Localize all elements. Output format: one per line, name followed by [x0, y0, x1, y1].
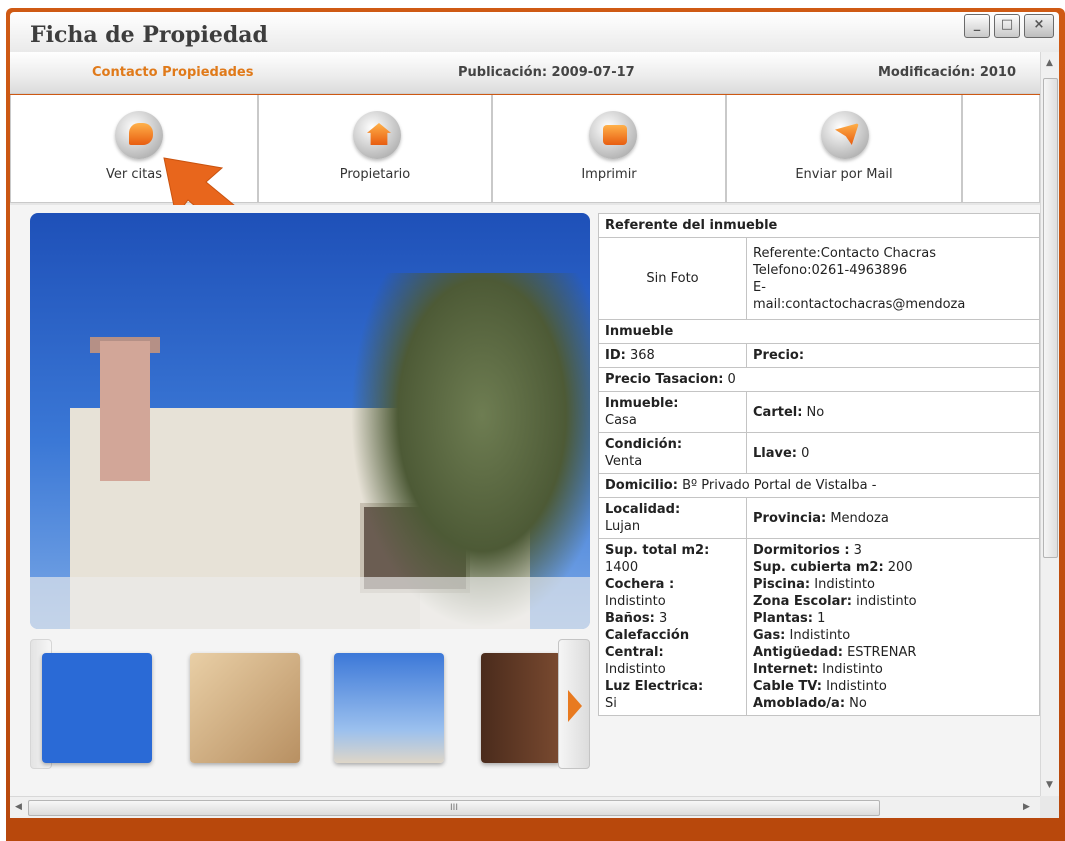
photo-thumbnail[interactable]: [481, 653, 561, 763]
window-title: Ficha de Propiedad: [30, 22, 268, 48]
scroll-right-arrow-icon[interactable]: ▶: [1023, 802, 1030, 812]
localidad-cell: Localidad: Lujan: [598, 497, 747, 539]
photo-thumbnail[interactable]: [190, 653, 300, 763]
house-icon: [353, 111, 401, 159]
photo-thumbnail-strip: [30, 633, 590, 773]
property-content: Referente del inmueble Sin Foto Referent…: [10, 205, 1040, 796]
features-right-cell: Dormitorios : 3 Sup. cubierta m2: 200 Pi…: [746, 538, 1040, 716]
mail-check-icon: [821, 111, 869, 159]
referente-header: Referente del inmueble: [598, 213, 1040, 238]
enviar-por-mail-button[interactable]: Enviar por Mail: [726, 95, 962, 203]
no-photo-placeholder: Sin Foto: [598, 237, 747, 320]
referente-phone: Telefono:0261-4963896: [753, 262, 908, 278]
scroll-down-arrow-icon[interactable]: ▼: [1046, 780, 1053, 790]
imprimir-label: Imprimir: [581, 167, 637, 182]
close-button[interactable]: ×: [1024, 14, 1054, 38]
vertical-scrollbar[interactable]: ▲ ▼: [1040, 52, 1059, 796]
toolbar-empty-cell: [962, 95, 1040, 203]
photo-thumbnail[interactable]: [42, 653, 152, 763]
photo-thumbnail[interactable]: [334, 653, 444, 763]
thumbnails-next-arrow-icon[interactable]: [558, 639, 590, 769]
vertical-scroll-thumb[interactable]: [1043, 78, 1058, 558]
title-bar[interactable]: Ficha de Propiedad _ □ ×: [10, 12, 1059, 52]
inmueble-header: Inmueble: [598, 319, 1040, 344]
precio-cell: Precio:: [746, 343, 1040, 368]
condicion-cell: Condición: Venta: [598, 432, 747, 474]
modification-date: Modificación: 2010: [878, 65, 1016, 80]
referente-contact: Referente:Contacto Chacras Telefono:0261…: [746, 237, 1040, 320]
provincia-cell: Provincia: Mendoza: [746, 497, 1040, 539]
id-cell: ID: 368: [598, 343, 747, 368]
referente-email-prefix: E-: [753, 279, 766, 295]
imprimir-button[interactable]: Imprimir: [492, 95, 726, 203]
printer-icon: [589, 111, 637, 159]
scroll-left-arrow-icon[interactable]: ◀: [15, 802, 22, 812]
minimize-button[interactable]: _: [964, 14, 990, 38]
cartel-cell: Cartel: No: [746, 391, 1040, 433]
publication-date: Publicación: 2009-07-17: [458, 65, 635, 80]
horizontal-scrollbar[interactable]: ◀ III ▶: [10, 796, 1040, 818]
llave-cell: Llave: 0: [746, 432, 1040, 474]
referente-name: Referente:Contacto Chacras: [753, 245, 936, 261]
info-bar: Contacto Propiedades Publicación: 2009-0…: [10, 52, 1040, 94]
property-main-photo[interactable]: [30, 213, 590, 629]
scroll-up-arrow-icon[interactable]: ▲: [1046, 58, 1053, 68]
property-details-table: Referente del inmueble Sin Foto Referent…: [598, 213, 1040, 716]
scrollbar-corner: [1040, 796, 1059, 818]
maximize-button[interactable]: □: [994, 14, 1020, 38]
enviar-por-mail-label: Enviar por Mail: [795, 167, 893, 182]
features-left-cell: Sup. total m2: 1400 Cochera : Indistinto B…: [598, 538, 747, 716]
precio-tasacion-cell: Precio Tasacion: 0: [598, 367, 1040, 392]
domicilio-cell: Domicilio: Bº Privado Portal de Vistalba…: [598, 473, 1040, 498]
horizontal-scroll-thumb[interactable]: III: [28, 800, 880, 816]
contact-label: Contacto Propiedades: [92, 65, 254, 80]
referente-email: mail:contactochacras@mendoza: [753, 296, 966, 312]
tipo-inmueble-cell: Inmueble: Casa: [598, 391, 747, 433]
